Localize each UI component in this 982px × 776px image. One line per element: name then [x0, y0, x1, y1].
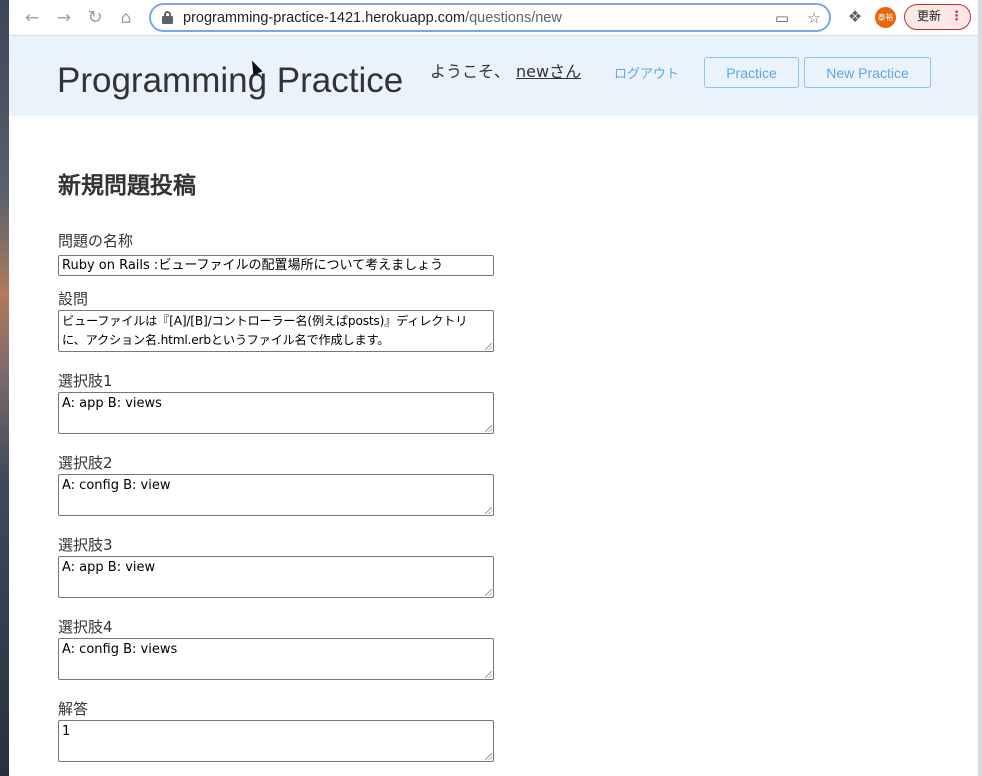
user-name-link[interactable]: newさん — [516, 62, 581, 81]
resize-grip-icon[interactable] — [485, 589, 492, 596]
update-label: 更新 — [917, 9, 942, 23]
reload-icon[interactable]: ↻ — [84, 7, 106, 29]
menu-dots-icon: ⋮ — [950, 9, 963, 24]
choice4-textarea[interactable]: A: config B: views — [58, 638, 494, 680]
choice2-value: A: config B: view — [62, 478, 171, 493]
bookmark-star-icon[interactable]: ☆ — [803, 7, 825, 29]
resize-grip-icon[interactable] — [485, 507, 492, 514]
site-header: Programming Practice ようこそ、 newさん ログアウト Pr… — [9, 36, 978, 116]
question-name-input[interactable]: Ruby on Rails :ビューファイルの配置場所について考えましょう — [58, 255, 494, 276]
choice4-label: 選択肢4 — [58, 618, 113, 636]
extensions-puzzle-icon[interactable]: ❖ — [844, 6, 866, 28]
url-path: /questions/new — [465, 10, 562, 26]
answer-label: 解答 — [58, 700, 89, 718]
choice1-textarea[interactable]: A: app B: views — [58, 392, 494, 434]
question-body-value: ビューファイルは『[A]/[B]/コントローラー名(例えばposts)』ディレク… — [62, 314, 468, 347]
back-arrow-icon[interactable]: ← — [21, 7, 43, 29]
choice4-value: A: config B: views — [62, 642, 178, 657]
forward-arrow-icon[interactable]: → — [53, 7, 75, 29]
site-title[interactable]: Programming Practice — [57, 60, 403, 102]
practice-button[interactable]: Practice — [704, 57, 799, 88]
choice2-textarea[interactable]: A: config B: view — [58, 474, 494, 516]
logout-link[interactable]: ログアウト — [614, 63, 679, 82]
choice1-label: 選択肢1 — [58, 372, 113, 390]
choice1-value: A: app B: views — [62, 396, 162, 411]
page-title: 新規問題投稿 — [58, 173, 196, 199]
question-name-label: 問題の名称 — [58, 232, 134, 250]
profile-avatar[interactable]: 泰裕 — [875, 7, 896, 28]
update-button[interactable]: 更新 ⋮ — [904, 4, 971, 30]
url-text[interactable]: programming-practice-1421.herokuapp.com/… — [183, 9, 562, 27]
choice3-value: A: app B: view — [62, 560, 156, 575]
browser-toolbar: ← → ↻ ⌂ programming-practice-1421.heroku… — [9, 0, 978, 36]
home-icon[interactable]: ⌂ — [115, 7, 137, 29]
page-content: Programming Practice ようこそ、 newさん ログアウト Pr… — [9, 36, 978, 776]
welcome-prefix: ようこそ、 — [430, 62, 511, 81]
resize-grip-icon[interactable] — [485, 425, 492, 432]
choice3-textarea[interactable]: A: app B: view — [58, 556, 494, 598]
question-body-textarea[interactable]: ビューファイルは『[A]/[B]/コントローラー名(例えばposts)』ディレク… — [58, 310, 494, 352]
choice3-label: 選択肢3 — [58, 536, 113, 554]
new-practice-button[interactable]: New Practice — [804, 57, 931, 88]
resize-grip-icon[interactable] — [485, 671, 492, 678]
address-bar[interactable]: programming-practice-1421.herokuapp.com/… — [149, 3, 831, 32]
url-host: programming-practice-1421.herokuapp.com — [183, 10, 466, 26]
cast-devices-icon[interactable]: ▭ — [771, 7, 793, 29]
resize-grip-icon[interactable] — [485, 753, 492, 760]
choice2-label: 選択肢2 — [58, 454, 113, 472]
question-body-label: 設問 — [58, 290, 89, 308]
answer-textarea[interactable]: 1 — [58, 720, 494, 762]
answer-value: 1 — [62, 724, 71, 739]
desktop-background-right — [978, 0, 982, 776]
desktop-background-left — [0, 0, 9, 776]
lock-icon — [162, 11, 173, 24]
welcome-text: ようこそ、 newさん — [430, 58, 581, 82]
resize-grip-icon[interactable] — [485, 343, 492, 350]
